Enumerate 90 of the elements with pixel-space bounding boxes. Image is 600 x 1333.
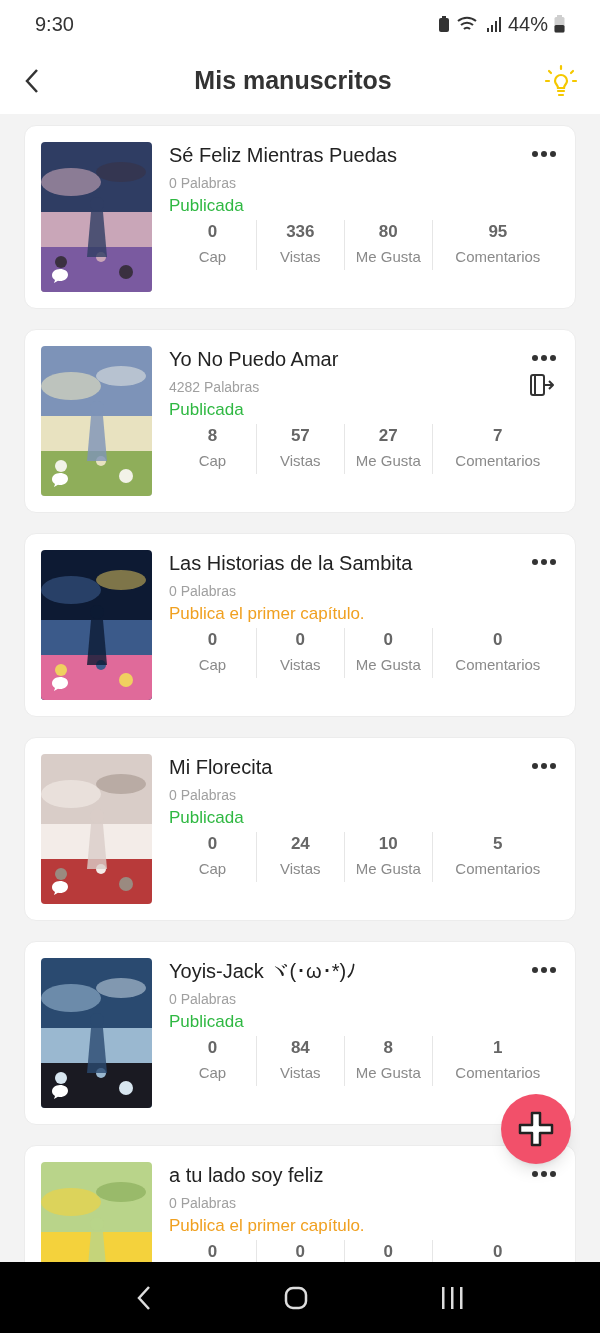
- publish-status: Publicada: [169, 1011, 245, 1033]
- battery-icon: [554, 15, 565, 33]
- stat-value: 0: [295, 1241, 306, 1262]
- stat-label: Me Gusta: [355, 655, 421, 675]
- stat-value: 0: [493, 629, 503, 651]
- battery-saver-icon: [437, 15, 450, 33]
- book-title: Yo No Puedo Amar: [169, 347, 339, 372]
- plus-icon: [517, 1110, 555, 1148]
- stat-label: Me Gusta: [355, 451, 421, 471]
- stat-label: Comentarios: [455, 247, 541, 267]
- chat-bubble-icon: [51, 472, 69, 488]
- publish-status: Publicada: [169, 807, 245, 829]
- publish-status: Publica el primer capítulo.: [169, 1215, 366, 1237]
- more-icon[interactable]: [531, 558, 557, 566]
- book-card[interactable]: Sé Feliz Mientras Puedas 0 Palabras Publicada 0 Cap 336 Vistas 80 Me Gusta 95 Comentarios: [24, 125, 576, 309]
- back-nav-icon[interactable]: [136, 1284, 152, 1311]
- stat-value: 10: [378, 833, 398, 855]
- book-title: Sé Feliz Mientras Puedas: [169, 143, 397, 168]
- stat-label: Vistas: [280, 451, 321, 471]
- stat-value: 0: [493, 1241, 503, 1262]
- stat-value: 0: [207, 1241, 218, 1262]
- chat-bubble-icon: [51, 268, 69, 284]
- book-card[interactable]: Mi Florecita 0 Palabras Publicada 0 Cap 24 Vistas 10 Me Gusta 5 Comentarios: [24, 737, 576, 921]
- stat-label: Vistas: [280, 859, 321, 879]
- stat-value: 27: [378, 425, 398, 447]
- status-time: 9:30: [35, 12, 74, 37]
- stat-label: Comentarios: [455, 1063, 541, 1083]
- stat-value: 5: [493, 833, 503, 855]
- book-card[interactable]: a tu lado soy feliz 0 Palabras Publica el primer capítulo. 0 0 0 0: [24, 1145, 576, 1262]
- chat-bubble-icon: [51, 1084, 69, 1100]
- chat-bubble-icon: [51, 880, 69, 896]
- stat-value: 80: [378, 221, 398, 243]
- word-count: 0 Palabras: [169, 1194, 236, 1213]
- stat-value: 7: [493, 425, 503, 447]
- stat-value: 8: [383, 1037, 393, 1059]
- stat-value: 57: [290, 425, 310, 447]
- stat-value: 1: [493, 1037, 503, 1059]
- book-card[interactable]: Yoyis-Jack ヾ(･ω･*)ﾉ 0 Palabras Publicada 0 Cap 84 Vistas 8 Me Gusta 1 Comentarios: [24, 941, 576, 1125]
- stat-value: 0: [383, 629, 393, 651]
- word-count: 0 Palabras: [169, 174, 236, 193]
- word-count: 0 Palabras: [169, 582, 236, 601]
- export-icon[interactable]: [529, 372, 555, 398]
- stat-value: 0: [207, 221, 218, 243]
- word-count: 0 Palabras: [169, 990, 236, 1009]
- stat-value: 0: [207, 833, 218, 855]
- stat-value: 24: [290, 833, 310, 855]
- stat-label: Me Gusta: [355, 859, 421, 879]
- more-icon[interactable]: [531, 354, 557, 362]
- stat-label: Cap: [198, 859, 227, 879]
- stat-label: Cap: [198, 247, 227, 267]
- stat-label: Cap: [198, 1063, 227, 1083]
- stat-label: Vistas: [280, 1063, 321, 1083]
- publish-status: Publicada: [169, 195, 245, 217]
- stat-label: Cap: [198, 655, 227, 675]
- stat-label: Cap: [198, 451, 227, 471]
- publish-status: Publicada: [169, 399, 245, 421]
- stat-label: Comentarios: [455, 859, 541, 879]
- stat-value: 0: [295, 629, 306, 651]
- book-card[interactable]: Yo No Puedo Amar 4282 Palabras Publicada 8 Cap 57 Vistas 27 Me Gusta 7 Comentarios: [24, 329, 576, 513]
- stat-label: Comentarios: [455, 655, 541, 675]
- stat-value: 0: [383, 1241, 393, 1262]
- book-title: a tu lado soy feliz: [169, 1163, 324, 1188]
- stat-label: Vistas: [280, 247, 321, 267]
- book-title: Mi Florecita: [169, 755, 273, 780]
- publish-status: Publica el primer capítulo.: [169, 603, 366, 625]
- stat-value: 0: [207, 629, 218, 651]
- book-title: Yoyis-Jack ヾ(･ω･*)ﾉ: [169, 959, 357, 984]
- word-count: 0 Palabras: [169, 786, 236, 805]
- book-card[interactable]: Las Historias de la Sambita 0 Palabras Publica el primer capítulo. 0 Cap 0 Vistas 0 Me Gusta 0 Comentarios: [24, 533, 576, 717]
- more-icon[interactable]: [531, 1170, 557, 1178]
- stat-value: 84: [290, 1037, 310, 1059]
- signal-icon: [485, 16, 502, 32]
- stat-value: 336: [286, 221, 315, 243]
- recents-nav-icon[interactable]: [440, 1286, 464, 1309]
- more-icon[interactable]: [531, 762, 557, 770]
- stat-label: Me Gusta: [355, 247, 421, 267]
- stat-label: Me Gusta: [355, 1063, 421, 1083]
- more-icon[interactable]: [531, 150, 557, 158]
- stat-label: Comentarios: [455, 451, 541, 471]
- home-nav-icon[interactable]: [284, 1285, 308, 1310]
- stat-value: 8: [207, 425, 218, 447]
- book-title: Las Historias de la Sambita: [169, 551, 413, 576]
- stat-label: Vistas: [280, 655, 321, 675]
- chat-bubble-icon: [51, 676, 69, 692]
- more-icon[interactable]: [531, 966, 557, 974]
- battery-percent: 44%: [507, 12, 548, 37]
- stat-value: 0: [207, 1037, 218, 1059]
- stat-value: 95: [488, 221, 508, 243]
- page-title: Mis manuscritos: [194, 65, 392, 97]
- word-count: 4282 Palabras: [169, 378, 260, 397]
